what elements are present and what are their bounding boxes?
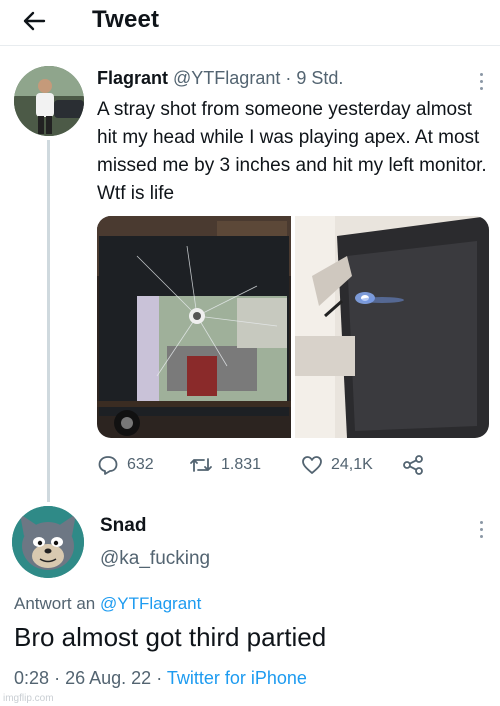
arrow-left-icon <box>23 11 46 31</box>
retweet-button[interactable]: 1.831 <box>189 450 261 480</box>
avatar-cartoon-cat <box>12 506 84 578</box>
share-button[interactable] <box>402 450 424 480</box>
author-handle[interactable]: @YTFlagrant <box>173 68 280 88</box>
retweet-icon <box>190 458 212 472</box>
tweet-author-line: Flagrant @YTFlagrant · 9 Std. <box>97 68 343 89</box>
dot <box>480 73 483 76</box>
reply-icon <box>98 456 118 475</box>
avatar[interactable] <box>14 66 84 136</box>
avatar-photo <box>14 66 84 136</box>
reply-count: 632 <box>127 456 154 473</box>
dot <box>480 521 483 524</box>
dot <box>480 87 483 90</box>
reply-date[interactable]: 26 Aug. 22 <box>65 668 151 688</box>
page-title: Tweet <box>92 6 160 33</box>
separator: · <box>54 668 61 688</box>
tweet-text: A stray shot from someone yesterday almo… <box>97 99 487 204</box>
like-button[interactable]: 24,1K <box>301 450 373 480</box>
reply-author-handle[interactable]: @ka_fucking <box>100 548 210 570</box>
author-name[interactable]: Flagrant <box>97 68 168 88</box>
avatar[interactable] <box>12 506 84 578</box>
like-icon <box>302 456 322 474</box>
tweet-time[interactable]: 9 Std. <box>296 68 343 88</box>
dot <box>480 535 483 538</box>
reply-prefix: Antwort an <box>14 594 96 613</box>
tweet-media[interactable] <box>97 216 489 438</box>
watermark: imgflip.com <box>3 693 54 704</box>
photo-monitor-bullet-hole <box>295 216 489 438</box>
reply-target-link[interactable]: @YTFlagrant <box>100 594 201 613</box>
dot <box>480 80 483 83</box>
reply-text: Bro almost got third partied <box>14 622 327 652</box>
tweet-actions: 632 1.831 24,1K <box>97 450 437 480</box>
media-photos <box>97 216 489 438</box>
separator: · <box>156 668 163 688</box>
like-count: 24,1K <box>331 456 373 473</box>
tweet-meta: 0:28 · 26 Aug. 22 · Twitter for iPhone <box>14 668 307 689</box>
reply-button[interactable]: 632 <box>97 450 154 480</box>
dot <box>480 528 483 531</box>
replying-to: Antwort an @YTFlagrant <box>14 594 201 614</box>
more-options-button[interactable] <box>470 70 494 94</box>
retweet-count: 1.831 <box>221 456 262 473</box>
reply-author-name[interactable]: Snad <box>100 515 146 537</box>
photo-broken-monitor <box>97 216 291 438</box>
more-options-button[interactable] <box>470 518 494 542</box>
separator: · <box>285 68 292 88</box>
reply-time[interactable]: 0:28 <box>14 668 49 688</box>
top-bar: Tweet <box>0 0 500 46</box>
client-link[interactable]: Twitter for iPhone <box>167 668 307 688</box>
back-button[interactable] <box>16 6 52 36</box>
share-icon <box>403 455 423 475</box>
thread-line <box>47 140 50 502</box>
